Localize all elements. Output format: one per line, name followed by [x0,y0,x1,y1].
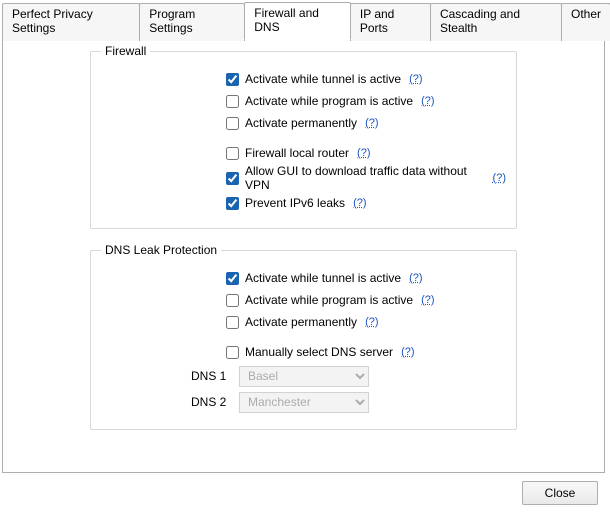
firewall-gui-download-checkbox[interactable] [226,172,239,185]
dns1-label: DNS 1 [191,369,239,383]
firewall-activate-program-checkbox[interactable] [226,95,239,108]
firewall-activate-tunnel-label: Activate while tunnel is active [245,72,401,86]
close-button[interactable]: Close [522,481,598,505]
dns-manual-checkbox[interactable] [226,346,239,359]
firewall-local-router-checkbox[interactable] [226,147,239,160]
firewall-activate-tunnel-checkbox[interactable] [226,73,239,86]
dns-activate-tunnel-label: Activate while tunnel is active [245,271,401,285]
help-icon[interactable]: (?) [409,272,422,284]
help-icon[interactable]: (?) [357,147,370,159]
firewall-activate-program-label: Activate while program is active [245,94,413,108]
help-icon[interactable]: (?) [493,172,506,184]
dns-activate-program-label: Activate while program is active [245,293,413,307]
dns-group: DNS Leak Protection Activate while tunne… [90,243,517,430]
firewall-legend: Firewall [101,44,150,58]
help-icon[interactable]: (?) [365,117,378,129]
firewall-gui-download-label: Allow GUI to download traffic data witho… [245,164,485,192]
dns2-select[interactable]: Manchester [239,392,369,413]
firewall-local-router-label: Firewall local router [245,146,349,160]
dns-legend: DNS Leak Protection [101,243,221,257]
firewall-ipv6-label: Prevent IPv6 leaks [245,196,345,210]
help-icon[interactable]: (?) [401,346,414,358]
help-icon[interactable]: (?) [353,197,366,209]
dns-activate-perm-label: Activate permanently [245,315,357,329]
dns-activate-program-checkbox[interactable] [226,294,239,307]
help-icon[interactable]: (?) [421,294,434,306]
dns1-select[interactable]: Basel [239,366,369,387]
firewall-ipv6-checkbox[interactable] [226,197,239,210]
dns2-label: DNS 2 [191,395,239,409]
firewall-group: Firewall Activate while tunnel is active… [90,44,517,229]
help-icon[interactable]: (?) [409,73,422,85]
firewall-activate-perm-checkbox[interactable] [226,117,239,130]
dns-activate-tunnel-checkbox[interactable] [226,272,239,285]
tab-panel: Firewall Activate while tunnel is active… [2,26,605,473]
help-icon[interactable]: (?) [421,95,434,107]
dns-manual-label: Manually select DNS server [245,345,393,359]
firewall-activate-perm-label: Activate permanently [245,116,357,130]
dns-activate-perm-checkbox[interactable] [226,316,239,329]
help-icon[interactable]: (?) [365,316,378,328]
